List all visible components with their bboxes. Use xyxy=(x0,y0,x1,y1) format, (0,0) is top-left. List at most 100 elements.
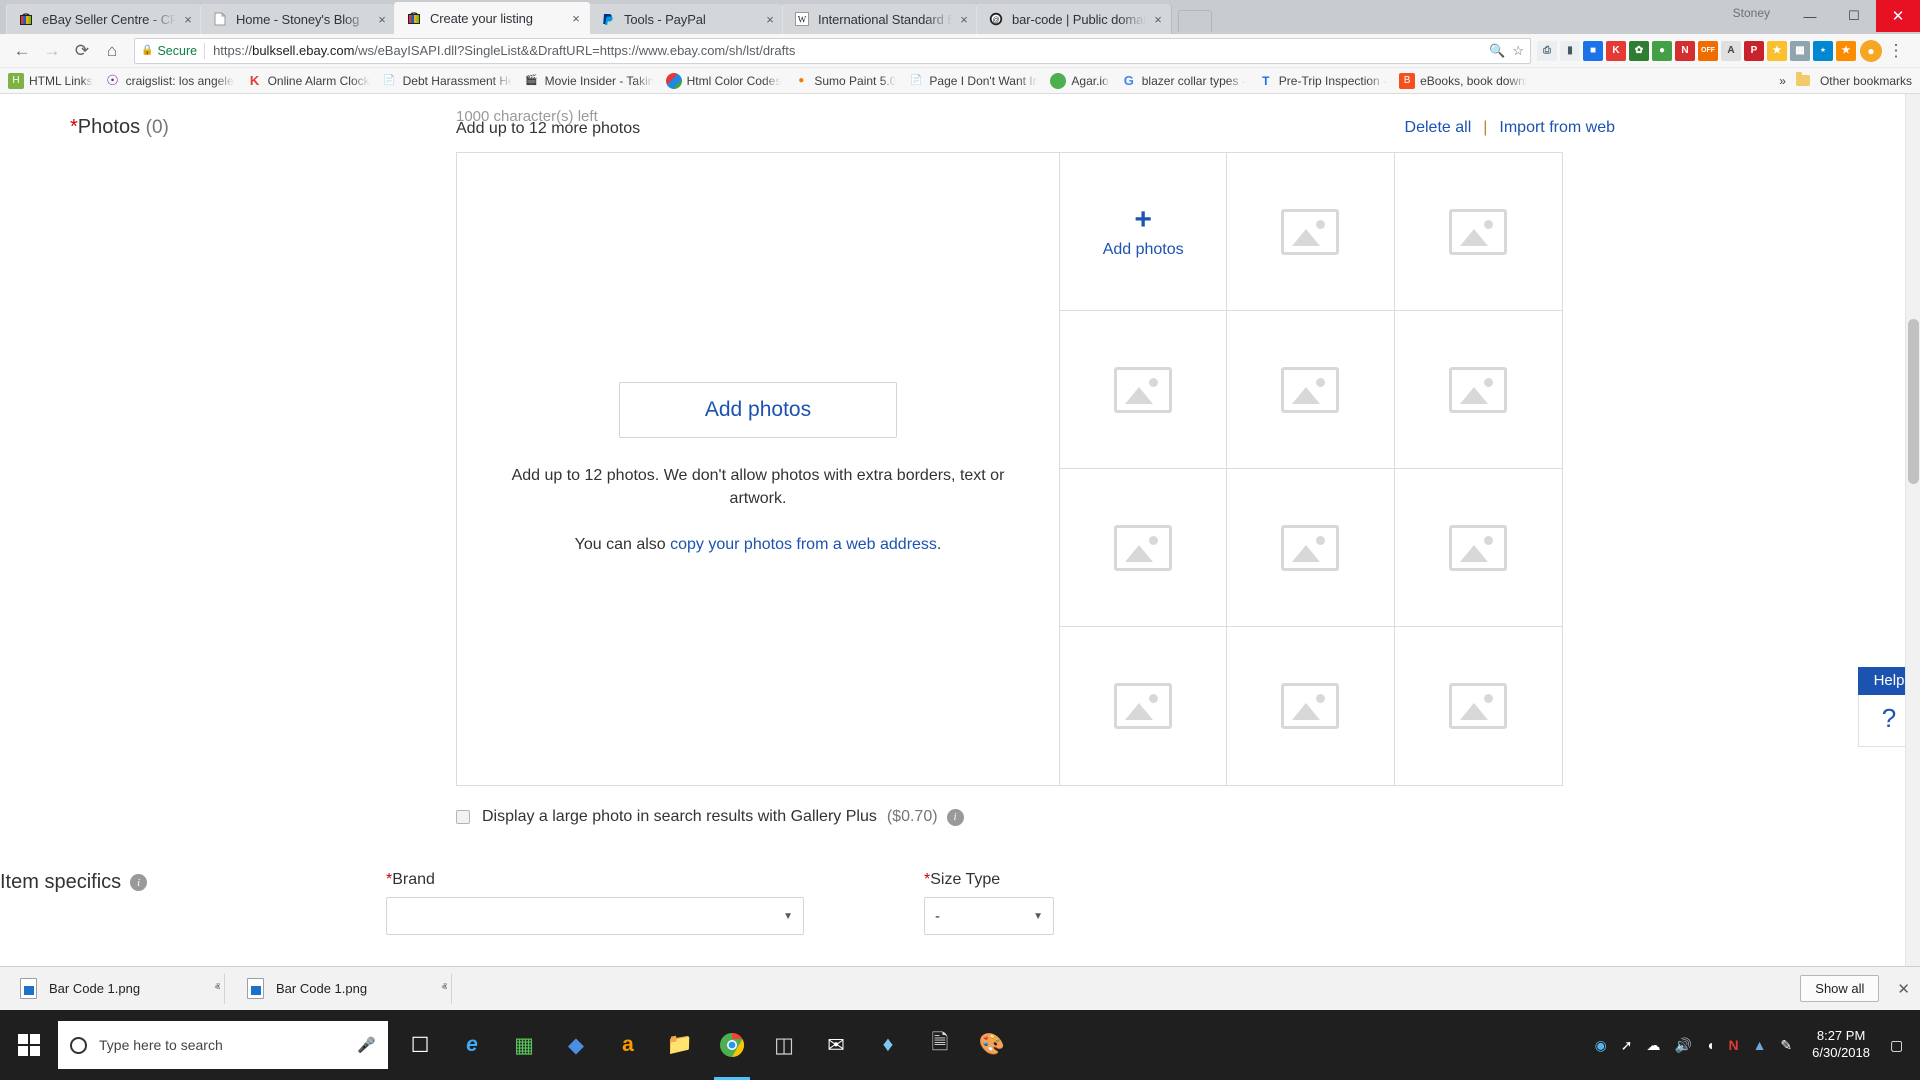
close-icon[interactable]: × xyxy=(956,11,972,27)
bookmark-item[interactable]: BeBooks, book downl xyxy=(1399,72,1527,89)
close-icon[interactable]: × xyxy=(374,11,390,27)
close-icon[interactable]: ✕ xyxy=(1897,980,1910,998)
bookmark-item[interactable]: 🎬 Movie Insider - Takin xyxy=(524,73,653,89)
store-icon[interactable]: ▦ xyxy=(498,1010,550,1080)
amazon-icon[interactable]: a xyxy=(602,1010,654,1080)
bookmark-item[interactable]: Agar.io xyxy=(1050,72,1109,89)
extension-icon-chart[interactable]: ▮ xyxy=(1560,40,1580,61)
bookmark-item[interactable]: ● Sumo Paint 5.0 xyxy=(793,73,896,89)
extension-icon-star[interactable]: ★ xyxy=(1767,40,1787,61)
bookmark-item[interactable]: 📄 Page I Don't Want In xyxy=(908,73,1038,89)
delete-all-link[interactable]: Delete all xyxy=(1405,119,1472,137)
empty-photo-cell[interactable] xyxy=(1060,311,1228,469)
extension-icon-a[interactable]: A xyxy=(1721,40,1741,61)
add-photos-cell[interactable]: + Add photos xyxy=(1060,153,1228,311)
gallery-plus-checkbox[interactable] xyxy=(456,810,470,824)
extension-icon-green[interactable]: ● xyxy=(1652,40,1672,61)
photo-dropzone[interactable]: Add photos Add up to 12 photos. We don't… xyxy=(457,153,1060,785)
extension-icon-pinterest[interactable]: P xyxy=(1744,40,1764,61)
browser-tab-4[interactable]: W International Standard Bo × xyxy=(782,4,978,34)
info-icon[interactable]: i xyxy=(130,874,148,891)
show-all-button[interactable]: Show all xyxy=(1800,975,1880,1002)
brand-select[interactable]: ▼ xyxy=(386,897,804,935)
add-photos-button[interactable]: Add photos xyxy=(619,382,897,439)
taskbar-search-input[interactable]: Type here to search 🎤 xyxy=(58,1021,388,1069)
copy-from-web-link[interactable]: copy your photos from a web address xyxy=(670,536,937,553)
shield-icon[interactable]: ▲ xyxy=(1753,1037,1767,1053)
empty-photo-cell[interactable] xyxy=(1394,469,1562,627)
bookmark-star-icon[interactable]: ☆ xyxy=(1512,43,1524,59)
empty-photo-cell[interactable] xyxy=(1395,627,1562,785)
avatar[interactable]: ● xyxy=(1860,39,1882,62)
forward-icon[interactable]: → xyxy=(38,37,66,65)
onedrive-icon[interactable]: ☁ xyxy=(1647,1037,1661,1054)
minimize-button[interactable]: — xyxy=(1788,0,1832,32)
page-scrollbar[interactable] xyxy=(1905,94,1920,988)
notes-icon[interactable]: 🗎 xyxy=(914,1010,966,1080)
empty-photo-cell[interactable] xyxy=(1394,311,1562,469)
chevron-up-icon[interactable]: ⱏ xyxy=(442,982,447,995)
task-view-icon[interactable]: ☐ xyxy=(394,1010,446,1080)
size-type-select[interactable]: - ▼ xyxy=(924,897,1054,935)
chrome-icon[interactable] xyxy=(706,1010,758,1080)
pen-icon[interactable]: ✎ xyxy=(1780,1037,1792,1054)
camera-icon[interactable]: ◫ xyxy=(758,1010,810,1080)
file-explorer-icon[interactable]: 📁 xyxy=(654,1010,706,1080)
app-icon[interactable]: ♦ xyxy=(862,1010,914,1080)
extension-icon-orange[interactable]: ★ xyxy=(1836,40,1856,61)
bookmark-item[interactable]: K Online Alarm Clock xyxy=(247,73,370,89)
empty-photo-cell[interactable] xyxy=(1060,627,1228,785)
browser-tab-2[interactable]: Create your listing × xyxy=(394,2,590,34)
chrome-tray-icon[interactable]: ◉ xyxy=(1595,1037,1607,1054)
chevron-up-icon[interactable]: ⱏ xyxy=(215,982,220,995)
arrow-tray-icon[interactable]: ➚ xyxy=(1621,1037,1633,1054)
empty-photo-cell[interactable] xyxy=(1227,311,1395,469)
start-button[interactable] xyxy=(0,1010,58,1080)
import-from-web-link[interactable]: Import from web xyxy=(1499,119,1615,137)
microphone-icon[interactable]: 🎤 xyxy=(357,1036,376,1054)
extension-icon-leaf[interactable]: ✿ xyxy=(1629,40,1649,61)
overflow-chevron-icon[interactable]: » xyxy=(1779,74,1786,88)
close-icon[interactable]: × xyxy=(1150,11,1166,27)
browser-tab-5[interactable]: @ bar-code | Public domain × xyxy=(976,4,1172,34)
browser-tab-0[interactable]: eBay Seller Centre - CREA × xyxy=(6,4,202,34)
edge-icon[interactable]: e xyxy=(446,1010,498,1080)
action-center-icon[interactable]: ▢ xyxy=(1890,1037,1912,1054)
extension-icon-grid[interactable]: ▦ xyxy=(1790,40,1810,61)
dropbox-icon[interactable]: ◆ xyxy=(550,1010,602,1080)
extension-icon-blue[interactable]: ■ xyxy=(1583,40,1603,61)
download-item[interactable]: Bar Code 1.png ⱏ xyxy=(237,973,452,1004)
maximize-button[interactable]: ☐ xyxy=(1832,0,1876,32)
mail-icon[interactable]: ✉ xyxy=(810,1010,862,1080)
n-icon[interactable]: N xyxy=(1728,1037,1738,1053)
address-bar[interactable]: 🔒 Secure https://bulksell.ebay.com/ws/eB… xyxy=(134,37,1531,64)
download-item[interactable]: Bar Code 1.png ⱏ xyxy=(10,973,225,1004)
empty-photo-cell[interactable] xyxy=(1060,469,1228,627)
reload-icon[interactable]: ⟳ xyxy=(68,37,96,65)
extension-icon-print[interactable]: ⎙ xyxy=(1537,40,1557,61)
empty-photo-cell[interactable] xyxy=(1227,469,1395,627)
bookmark-item[interactable]: ☉ craigslist: los angeles xyxy=(105,73,234,89)
wifi-icon[interactable]: ◖ xyxy=(1706,1037,1714,1053)
browser-tab-1[interactable]: Home - Stoney's Blog × xyxy=(200,4,396,34)
window-close-button[interactable]: ✕ xyxy=(1876,0,1920,32)
taskbar-clock[interactable]: 8:27 PM 6/30/2018 xyxy=(1806,1028,1876,1062)
scrollbar-thumb[interactable] xyxy=(1908,319,1919,484)
browser-tab-3[interactable]: Tools - PayPal × xyxy=(588,4,784,34)
empty-photo-cell[interactable] xyxy=(1394,153,1562,311)
new-tab-button[interactable] xyxy=(1178,10,1212,32)
extension-icon-k[interactable]: K xyxy=(1606,40,1626,61)
close-icon[interactable]: × xyxy=(762,11,778,27)
empty-photo-cell[interactable] xyxy=(1227,153,1395,311)
bookmark-item[interactable]: T Pre-Trip Inspection - xyxy=(1258,73,1387,89)
paint-icon[interactable]: 🎨 xyxy=(966,1010,1018,1080)
search-plus-icon[interactable]: 🔍 xyxy=(1489,43,1505,59)
bookmark-item[interactable]: H HTML Links xyxy=(8,72,93,89)
other-bookmarks-label[interactable]: Other bookmarks xyxy=(1820,74,1912,88)
three-dot-menu-icon[interactable]: ⋮ xyxy=(1882,37,1910,65)
extension-icon-off[interactable]: OFF xyxy=(1698,40,1718,61)
bookmark-item[interactable]: 📄 Debt Harassment He xyxy=(382,73,511,89)
volume-icon[interactable]: 🔊 xyxy=(1675,1037,1692,1054)
close-icon[interactable]: × xyxy=(180,11,196,27)
empty-photo-cell[interactable] xyxy=(1227,627,1395,785)
